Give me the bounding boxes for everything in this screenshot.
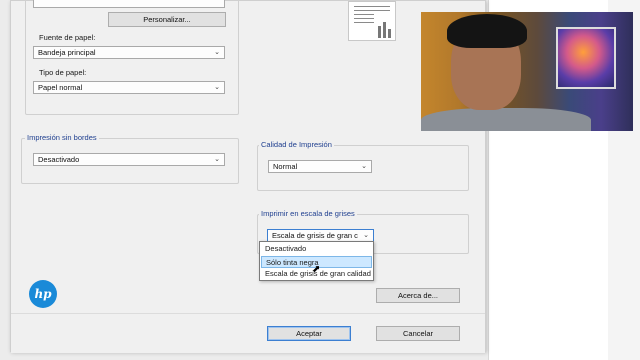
chevron-down-icon: ⌄	[214, 49, 220, 56]
chevron-down-icon: ⌄	[214, 156, 220, 163]
dropdown-option-off[interactable]: Desactivado	[261, 243, 372, 255]
hp-logo: hp	[29, 280, 57, 308]
quality-value: Normal	[273, 162, 298, 171]
cancel-button[interactable]: Cancelar	[376, 326, 460, 341]
paper-type-label: Tipo de papel:	[39, 68, 87, 77]
grayscale-legend: Imprimir en escala de grises	[259, 209, 357, 218]
grayscale-value: Escala de grisis de gran c	[272, 231, 358, 240]
paper-source-label: Fuente de papel:	[39, 33, 96, 42]
borderless-select[interactable]: Desactivado ⌄	[33, 153, 225, 166]
paper-source-value: Bandeja principal	[38, 48, 96, 57]
grayscale-dropdown-list: Desactivado Sólo tinta negra Escala de g…	[259, 241, 374, 281]
customize-button[interactable]: Personalizar...	[108, 12, 226, 27]
webcam-overlay	[421, 12, 633, 131]
paper-type-value: Papel normal	[38, 83, 83, 92]
chevron-down-icon: ⌄	[361, 163, 367, 170]
paper-type-select[interactable]: Papel normal ⌄	[33, 81, 225, 94]
quality-legend: Calidad de Impresión	[259, 140, 334, 149]
page-preview-image	[348, 1, 396, 41]
wall-painting	[556, 27, 616, 89]
person-shirt	[421, 108, 591, 131]
quality-select[interactable]: Normal ⌄	[268, 160, 372, 173]
paper-source-select[interactable]: Bandeja principal ⌄	[33, 46, 225, 59]
accept-button[interactable]: Aceptar	[267, 326, 351, 341]
mouse-cursor-icon: ⬈	[312, 264, 321, 275]
chevron-down-icon: ⌄	[214, 84, 220, 91]
borderless-legend: Impresión sin bordes	[25, 133, 99, 142]
person-hair	[447, 14, 527, 48]
printer-properties-dialog: Personalizar... Fuente de papel: Bandeja…	[10, 0, 486, 353]
about-button[interactable]: Acerca de...	[376, 288, 460, 303]
borderless-value: Desactivado	[38, 155, 80, 164]
paper-size-select[interactable]	[33, 0, 225, 8]
chevron-down-icon: ⌄	[363, 232, 369, 239]
